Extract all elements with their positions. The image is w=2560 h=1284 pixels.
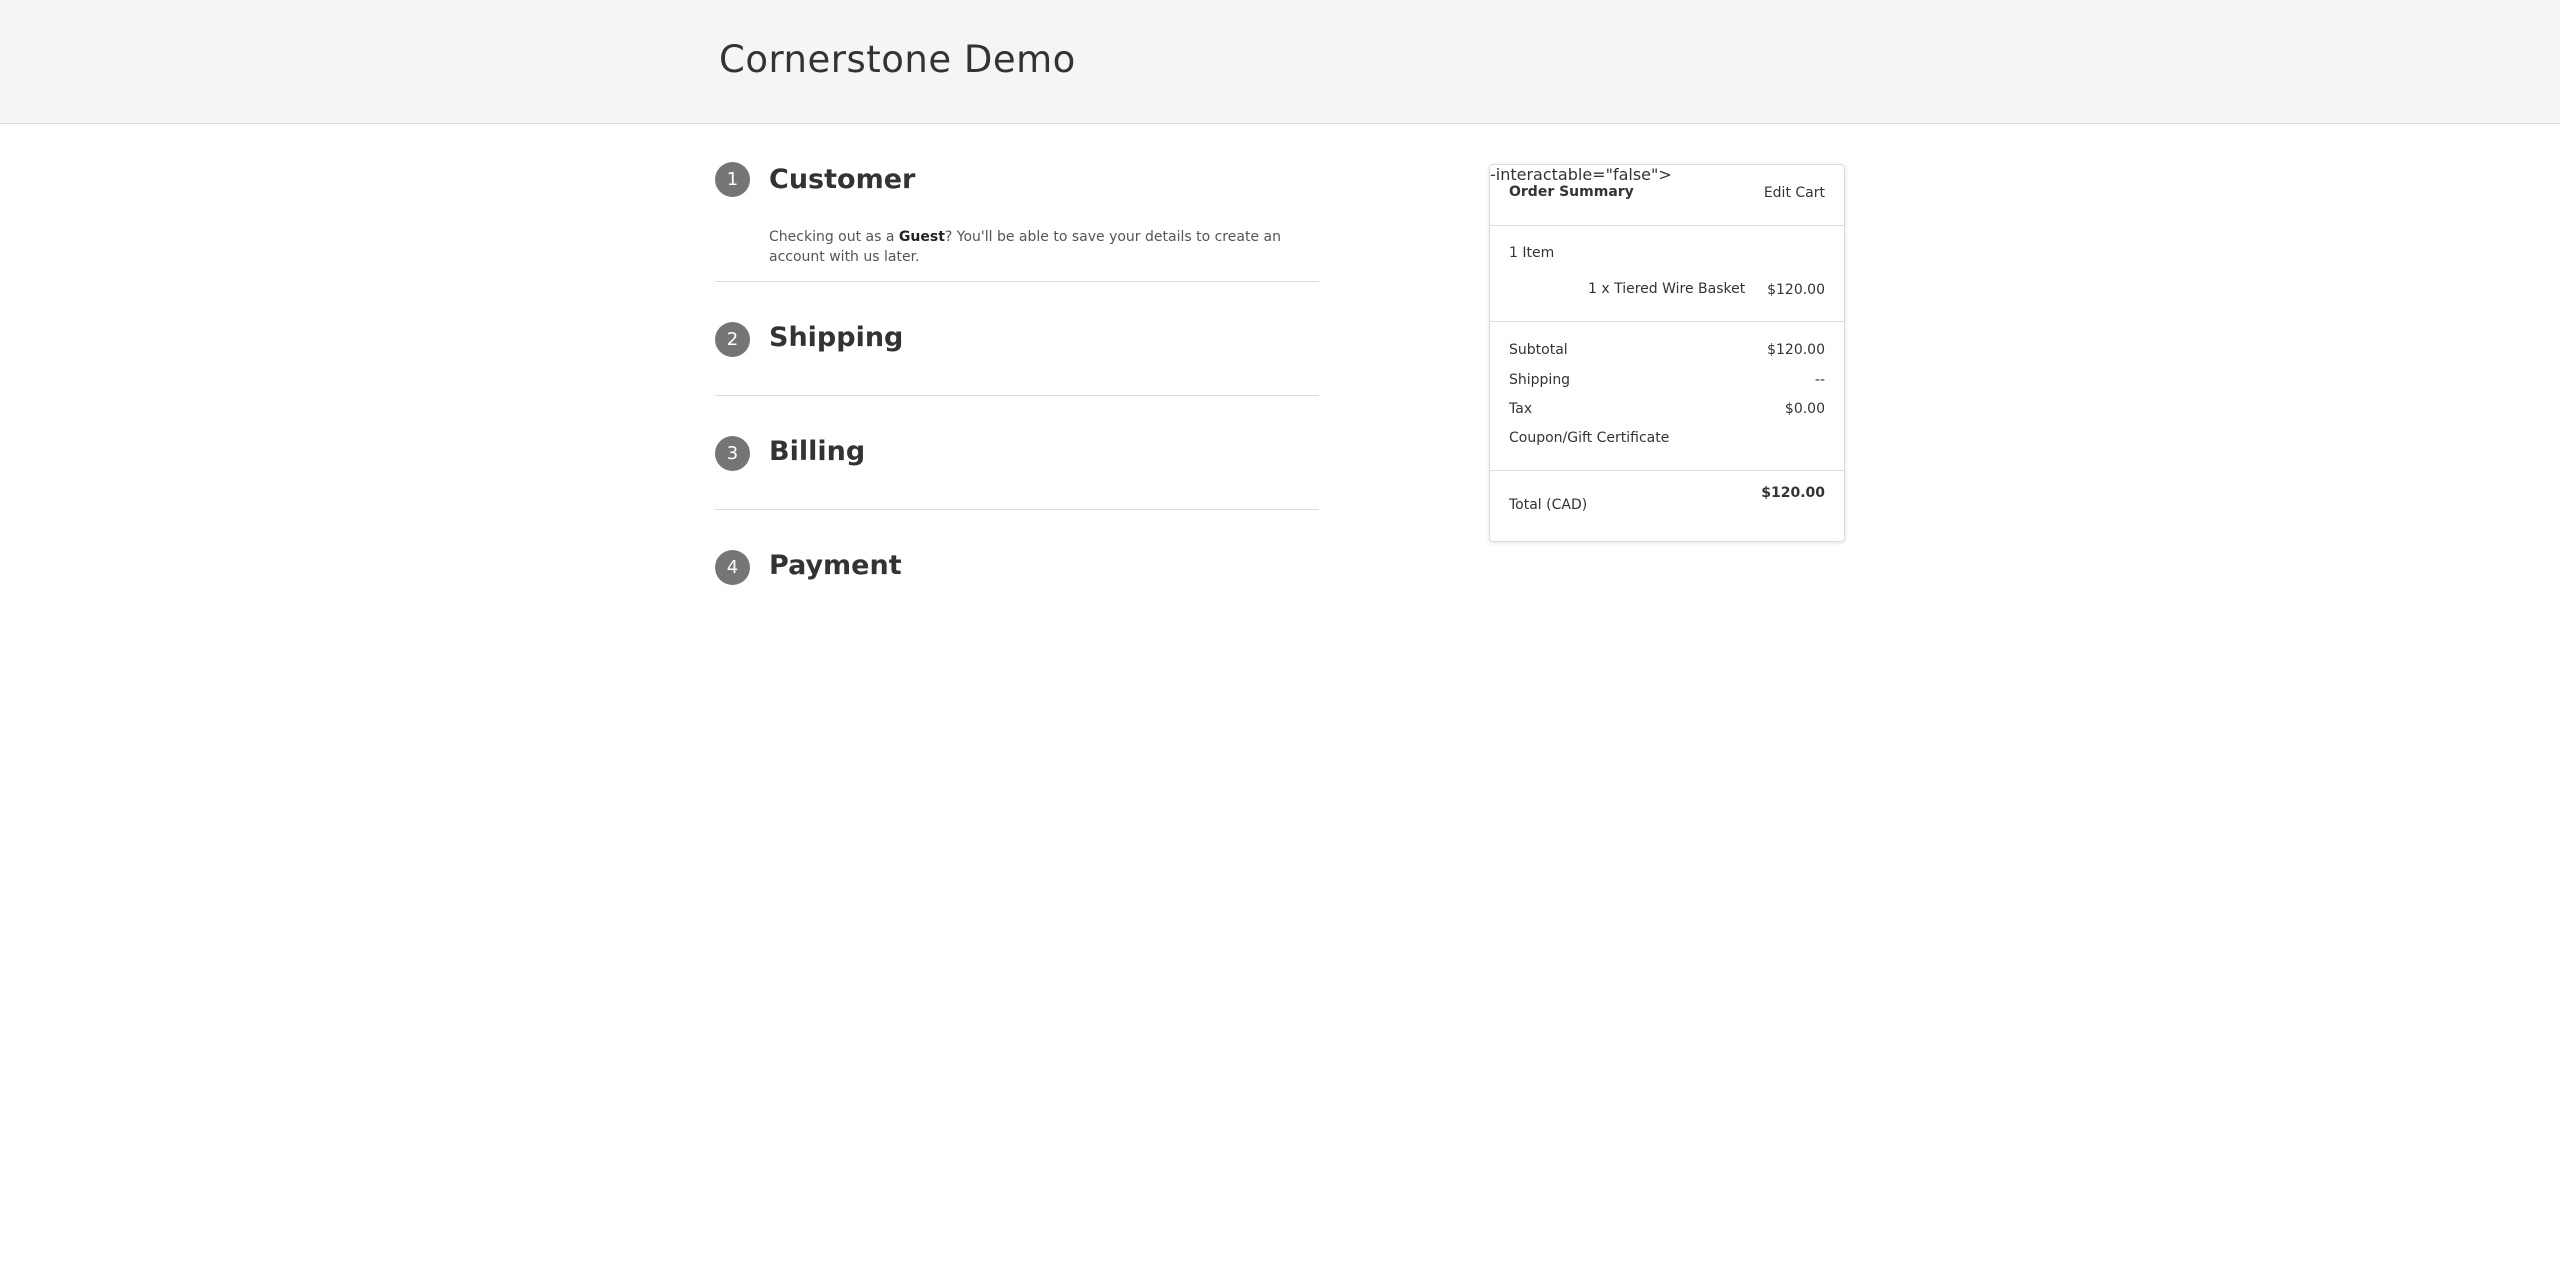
tax-value: $0.00	[1784, 401, 1825, 417]
guest-label: Guest	[898, 229, 945, 245]
coupon-gift-certificate-link[interactable]: Coupon/Gift Certificate	[1509, 430, 1669, 446]
shipping-label: Shipping	[1509, 372, 1571, 388]
tax-label: Tax	[1509, 401, 1533, 417]
guest-message-prefix: Checking out as a	[769, 229, 899, 245]
step-customer[interactable]: 1 Customer Checking out as a Guest? You'…	[715, 162, 1319, 282]
total-value: $120.00	[1761, 485, 1825, 501]
item-count: 1 Item	[1509, 245, 1555, 261]
guest-checkout-message: Checking out as a Guest? You'll be able …	[769, 227, 1299, 267]
step-shipping[interactable]: 2 Shipping	[715, 322, 1319, 396]
order-summary: -interactable="false"> Order Summary Edi…	[1489, 164, 1845, 542]
step-number-badge: 3	[715, 436, 750, 471]
line-item-price: $120.00	[1767, 282, 1825, 298]
step-number-badge: 1	[715, 162, 750, 197]
subtotal-label: Subtotal	[1509, 342, 1568, 358]
summary-header: Order Summary Edit Cart	[1490, 165, 1844, 226]
shipping-value: --	[1814, 372, 1825, 388]
summary-totals: Subtotal $120.00 Shipping -- Tax $0.00 C…	[1490, 322, 1844, 471]
step-title-customer: Customer	[769, 164, 916, 195]
subtotal-value: $120.00	[1767, 342, 1825, 358]
store-name[interactable]: Cornerstone Demo	[719, 38, 1076, 81]
summary-items: 1 Item 1 x Tiered Wire Basket $120.00	[1490, 226, 1844, 322]
step-number-badge: 2	[715, 322, 750, 357]
step-number-badge: 4	[715, 550, 750, 585]
step-billing[interactable]: 3 Billing	[715, 436, 1319, 510]
summary-grand-total: Total (CAD) $120.00	[1490, 471, 1844, 541]
total-label: Total (CAD)	[1509, 497, 1588, 513]
step-title-shipping: Shipping	[769, 322, 904, 353]
checkout-header: Cornerstone Demo	[0, 0, 2560, 124]
order-summary-title: Order Summary	[1509, 184, 1634, 200]
step-title-billing: Billing	[769, 436, 866, 467]
edit-cart-link[interactable]: Edit Cart	[1764, 185, 1825, 201]
step-payment[interactable]: 4 Payment	[715, 550, 1319, 590]
step-title-payment: Payment	[769, 550, 902, 581]
line-item-description: 1 x Tiered Wire Basket	[1588, 281, 1746, 297]
